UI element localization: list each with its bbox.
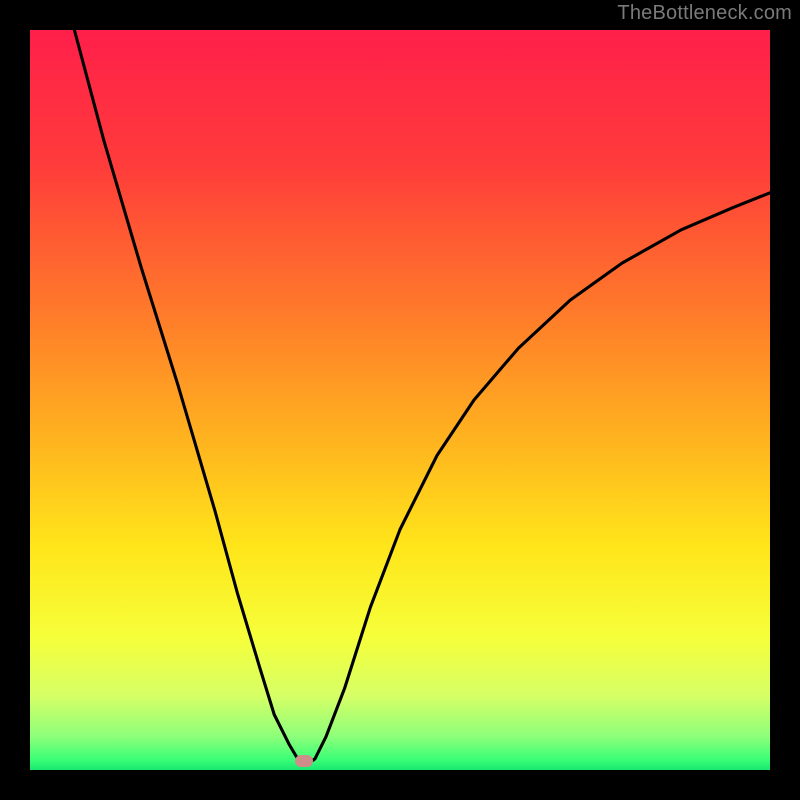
chart-frame: TheBottleneck.com — [0, 0, 800, 800]
bottleneck-curve — [30, 30, 770, 770]
optimal-marker-icon — [295, 755, 313, 767]
plot-area — [30, 30, 770, 770]
watermark-label: TheBottleneck.com — [617, 2, 792, 25]
